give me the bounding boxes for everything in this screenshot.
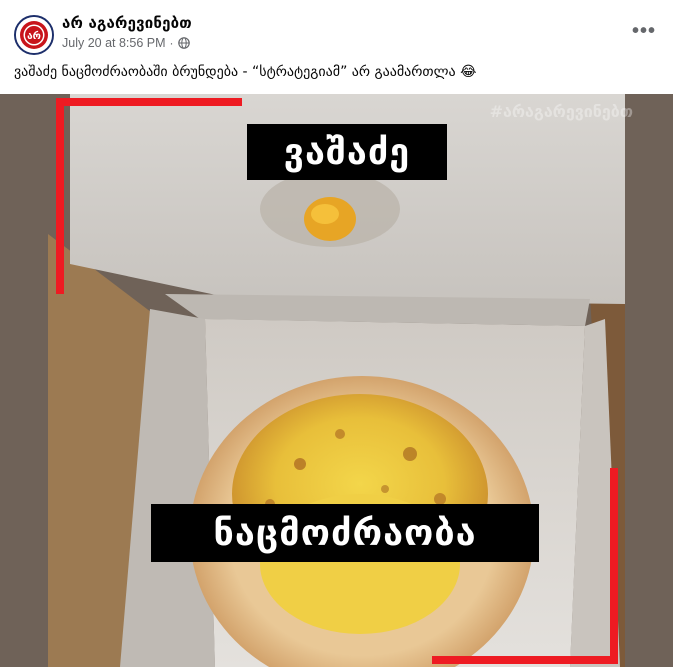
more-options-icon: ••• (631, 20, 656, 42)
avatar-text: არ (27, 30, 41, 42)
meta-separator: · (169, 36, 174, 50)
red-corner-bottom-horizontal (432, 656, 618, 664)
hashtag-watermark: #არაგარევინებთ (489, 102, 633, 121)
post-photo[interactable]: #არაგარევინებთ ვაშაძე ნაცმოძრაობა (0, 94, 673, 667)
top-label: ვაშაძე (247, 124, 447, 180)
post-caption: ვაშაძე ნაცმოძრაობაში ბრუნდება - “სტრატეგ… (14, 64, 477, 80)
bottom-label: ნაცმოძრაობა (151, 504, 539, 562)
red-corner-bottom-vertical (610, 468, 618, 664)
page-name-link[interactable]: არ აგარევინებთ (62, 14, 192, 32)
red-corner-top-vertical (56, 98, 64, 294)
globe-icon[interactable] (177, 37, 190, 49)
more-options-button[interactable]: ••• (629, 16, 659, 46)
post-meta: July 20 at 8:56 PM · (62, 36, 190, 50)
facebook-post: არ არ აგარევინებთ July 20 at 8:56 PM · •… (0, 0, 673, 667)
post-timestamp[interactable]: July 20 at 8:56 PM (62, 36, 166, 50)
page-logo-icon: არ (16, 17, 52, 53)
page-avatar[interactable]: არ (14, 15, 54, 55)
red-corner-top-horizontal (56, 98, 242, 106)
